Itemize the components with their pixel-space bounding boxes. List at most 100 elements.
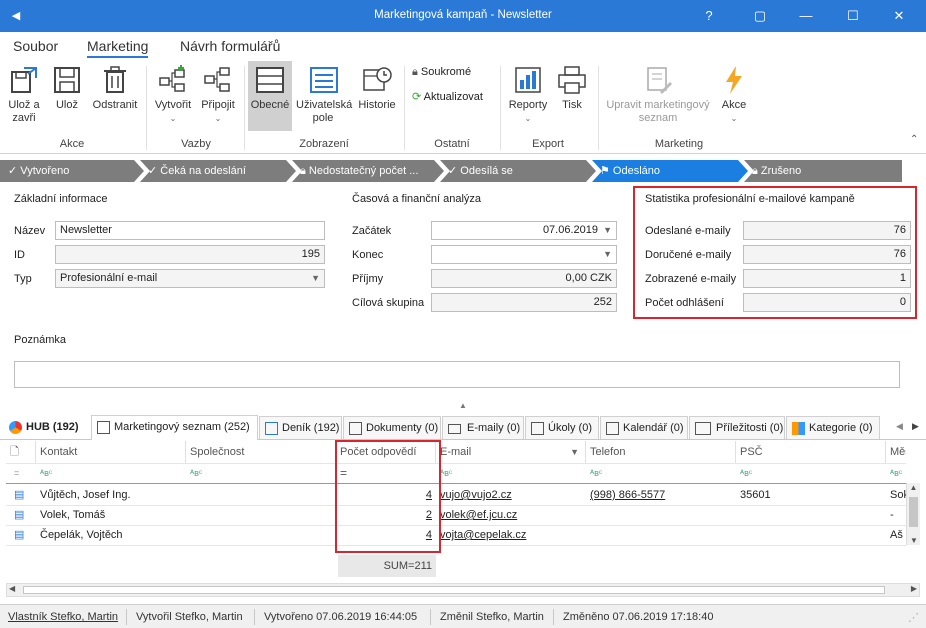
divider [126,609,127,625]
cell-phone[interactable] [586,525,736,545]
create-link-icon [159,65,185,92]
resize-grip-icon[interactable]: ⋰ [908,611,919,624]
contact-card-icon: ▤ [14,529,25,541]
name-field[interactable]: Newsletter [55,221,325,240]
delivered-label: Doručené e-maily [645,249,732,261]
minimize-button[interactable]: — [796,6,816,26]
filter-city[interactable]: ᴬʙᶜ [886,463,902,483]
column-header-zip[interactable]: PSČ [736,441,886,463]
tab-tasks[interactable]: Úkoly (0) [525,416,599,439]
status-bar: Vlastník Stefko, Martin Vytvořil Stefko,… [0,604,926,628]
tab-journal[interactable]: Deník (192) [259,416,342,439]
save-button[interactable]: Ulož [51,64,83,112]
filter-phone[interactable]: ᴬʙᶜ [586,463,602,483]
scroll-left-icon[interactable]: ◀ [9,584,15,593]
sort-desc-icon: ▼ [570,447,579,457]
close-button[interactable]: ✕ [889,6,909,26]
start-date-field[interactable]: 07.06.2019 ▼ [431,221,617,240]
print-button[interactable]: Tisk [556,64,588,112]
scroll-thumb[interactable] [23,586,885,594]
tab-categories[interactable]: Kategorie (0) [786,416,880,439]
menu-marketing[interactable]: Marketing [87,38,149,58]
note-field[interactable] [14,361,900,388]
workflow-step[interactable]: 🔒︎ Zrušeno [744,160,902,182]
attach-link-button[interactable]: Připojit ⌄ [198,64,238,125]
workflow-step[interactable]: ✓ Čeká na odeslání [140,160,296,182]
cell-email[interactable]: vujo@vujo2.cz [436,485,586,505]
column-header-contact[interactable]: Kontakt [36,441,186,463]
full-screen-button[interactable]: ▢ [750,6,770,26]
workflow-step[interactable]: ✓ Vytvořeno [0,160,144,182]
create-link-button[interactable]: Vytvořit ⌄ [152,64,194,125]
column-header-email[interactable]: E-mail ▼ [436,441,586,463]
cell-email[interactable]: volek@ef.jcu.cz [436,505,586,525]
scroll-down-icon[interactable]: ▼ [907,536,921,545]
created-by: Vytvořil Stefko, Martin [136,611,243,623]
reports-button[interactable]: Reporty ⌄ [506,64,550,125]
tab-marketing-list[interactable]: Marketingový seznam (252) [91,415,258,440]
horizontal-scrollbar[interactable]: ◀ ▶ [6,583,920,597]
vertical-scrollbar[interactable]: ▲ ▼ [906,483,920,545]
printer-icon [558,66,586,94]
refresh-button[interactable]: ⟳ Aktualizovat [412,90,483,103]
shown-field: 1 [743,269,911,288]
private-label: Soukromé [420,66,472,78]
workflow-step[interactable]: 🔒︎ Nedostatečný počet ... [292,160,444,182]
tab-strip: HUB (192) Marketingový seznam (252) Dení… [0,413,926,440]
menu-navrh-formularu[interactable]: Návrh formulářů [180,38,280,54]
owner-link[interactable]: Vlastník Stefko, Martin [8,611,118,623]
filter-zip[interactable]: ᴬʙᶜ [736,463,752,483]
sent-field: 76 [743,221,911,240]
divider [6,483,906,484]
menu-soubor[interactable]: Soubor [13,38,58,54]
filter-company[interactable]: ᴬʙᶜ [186,463,202,483]
lightning-icon [726,66,742,94]
cell-phone[interactable] [586,505,736,525]
attach-link-icon [204,67,230,92]
unsubscribed-field: 0 [743,293,911,312]
edit-marketing-list-button[interactable]: Upravit marketingový seznam [604,64,712,125]
action-button[interactable]: Akce ⌄ [718,64,750,125]
column-header-phone[interactable]: Telefon [586,441,736,463]
tab-documents[interactable]: Dokumenty (0) [343,416,441,439]
tab-label: HUB (192) [26,421,79,433]
chevron-down-icon: ⌄ [730,114,738,123]
filter-contact[interactable]: ᴬʙᶜ [36,463,52,483]
type-select[interactable]: Profesionální e-mail ▼ [55,269,325,288]
tab-emails[interactable]: E-maily (0) [442,416,524,439]
column-header-city[interactable]: Město [886,441,906,463]
scroll-right-icon[interactable]: ▶ [911,584,917,593]
view-custom-fields-button[interactable]: Uživatelská pole [296,64,352,125]
private-button[interactable]: 🔒︎ Soukromé [412,66,471,79]
replies-sum: SUM=211 [338,555,436,577]
scroll-thumb[interactable] [909,497,918,527]
delivered-field: 76 [743,245,911,264]
note-label: Poznámka [14,334,66,346]
window-title: Marketingová kampaň - Newsletter [374,9,552,21]
name-label: Název [14,225,46,237]
column-header-company[interactable]: Společnost [186,441,336,463]
cell-email[interactable]: vojta@cepelak.cz [436,525,586,545]
splitter-up-icon[interactable]: ▲ [459,401,467,410]
end-date-field[interactable]: ▼ [431,245,617,264]
group-marketing-label: Marketing [654,138,704,150]
delete-button[interactable]: Odstranit [91,64,139,112]
save-close-button[interactable]: Ulož a zavři [4,64,44,125]
attach-label: Připojit [201,99,235,111]
view-general-button[interactable]: Obecné [248,61,292,131]
workflow-step[interactable]: ✓ Odesílá se [440,160,596,182]
scroll-up-icon[interactable]: ▲ [907,483,920,492]
maximize-button[interactable]: ☐ [843,6,863,26]
help-button[interactable]: ? [699,6,719,26]
workflow-step-active[interactable]: ⚑ Odesláno [592,160,748,182]
tab-calendar[interactable]: Kalendář (0) [600,416,688,439]
cell-phone[interactable]: (998) 866-5577 [586,485,736,505]
collapse-ribbon-icon[interactable]: ⌃ [910,134,918,145]
tab-scroll-left-icon[interactable]: ◀ [896,421,903,432]
dropdown-arrow-icon: ▼ [311,273,320,283]
view-history-button[interactable]: Historie [356,64,398,112]
envelope-icon [448,424,461,434]
tab-opportunities[interactable]: Příležitosti (0) [689,416,785,439]
tab-hub[interactable]: HUB (192) [4,416,90,439]
tab-scroll-right-icon[interactable]: ▶ [912,421,919,432]
